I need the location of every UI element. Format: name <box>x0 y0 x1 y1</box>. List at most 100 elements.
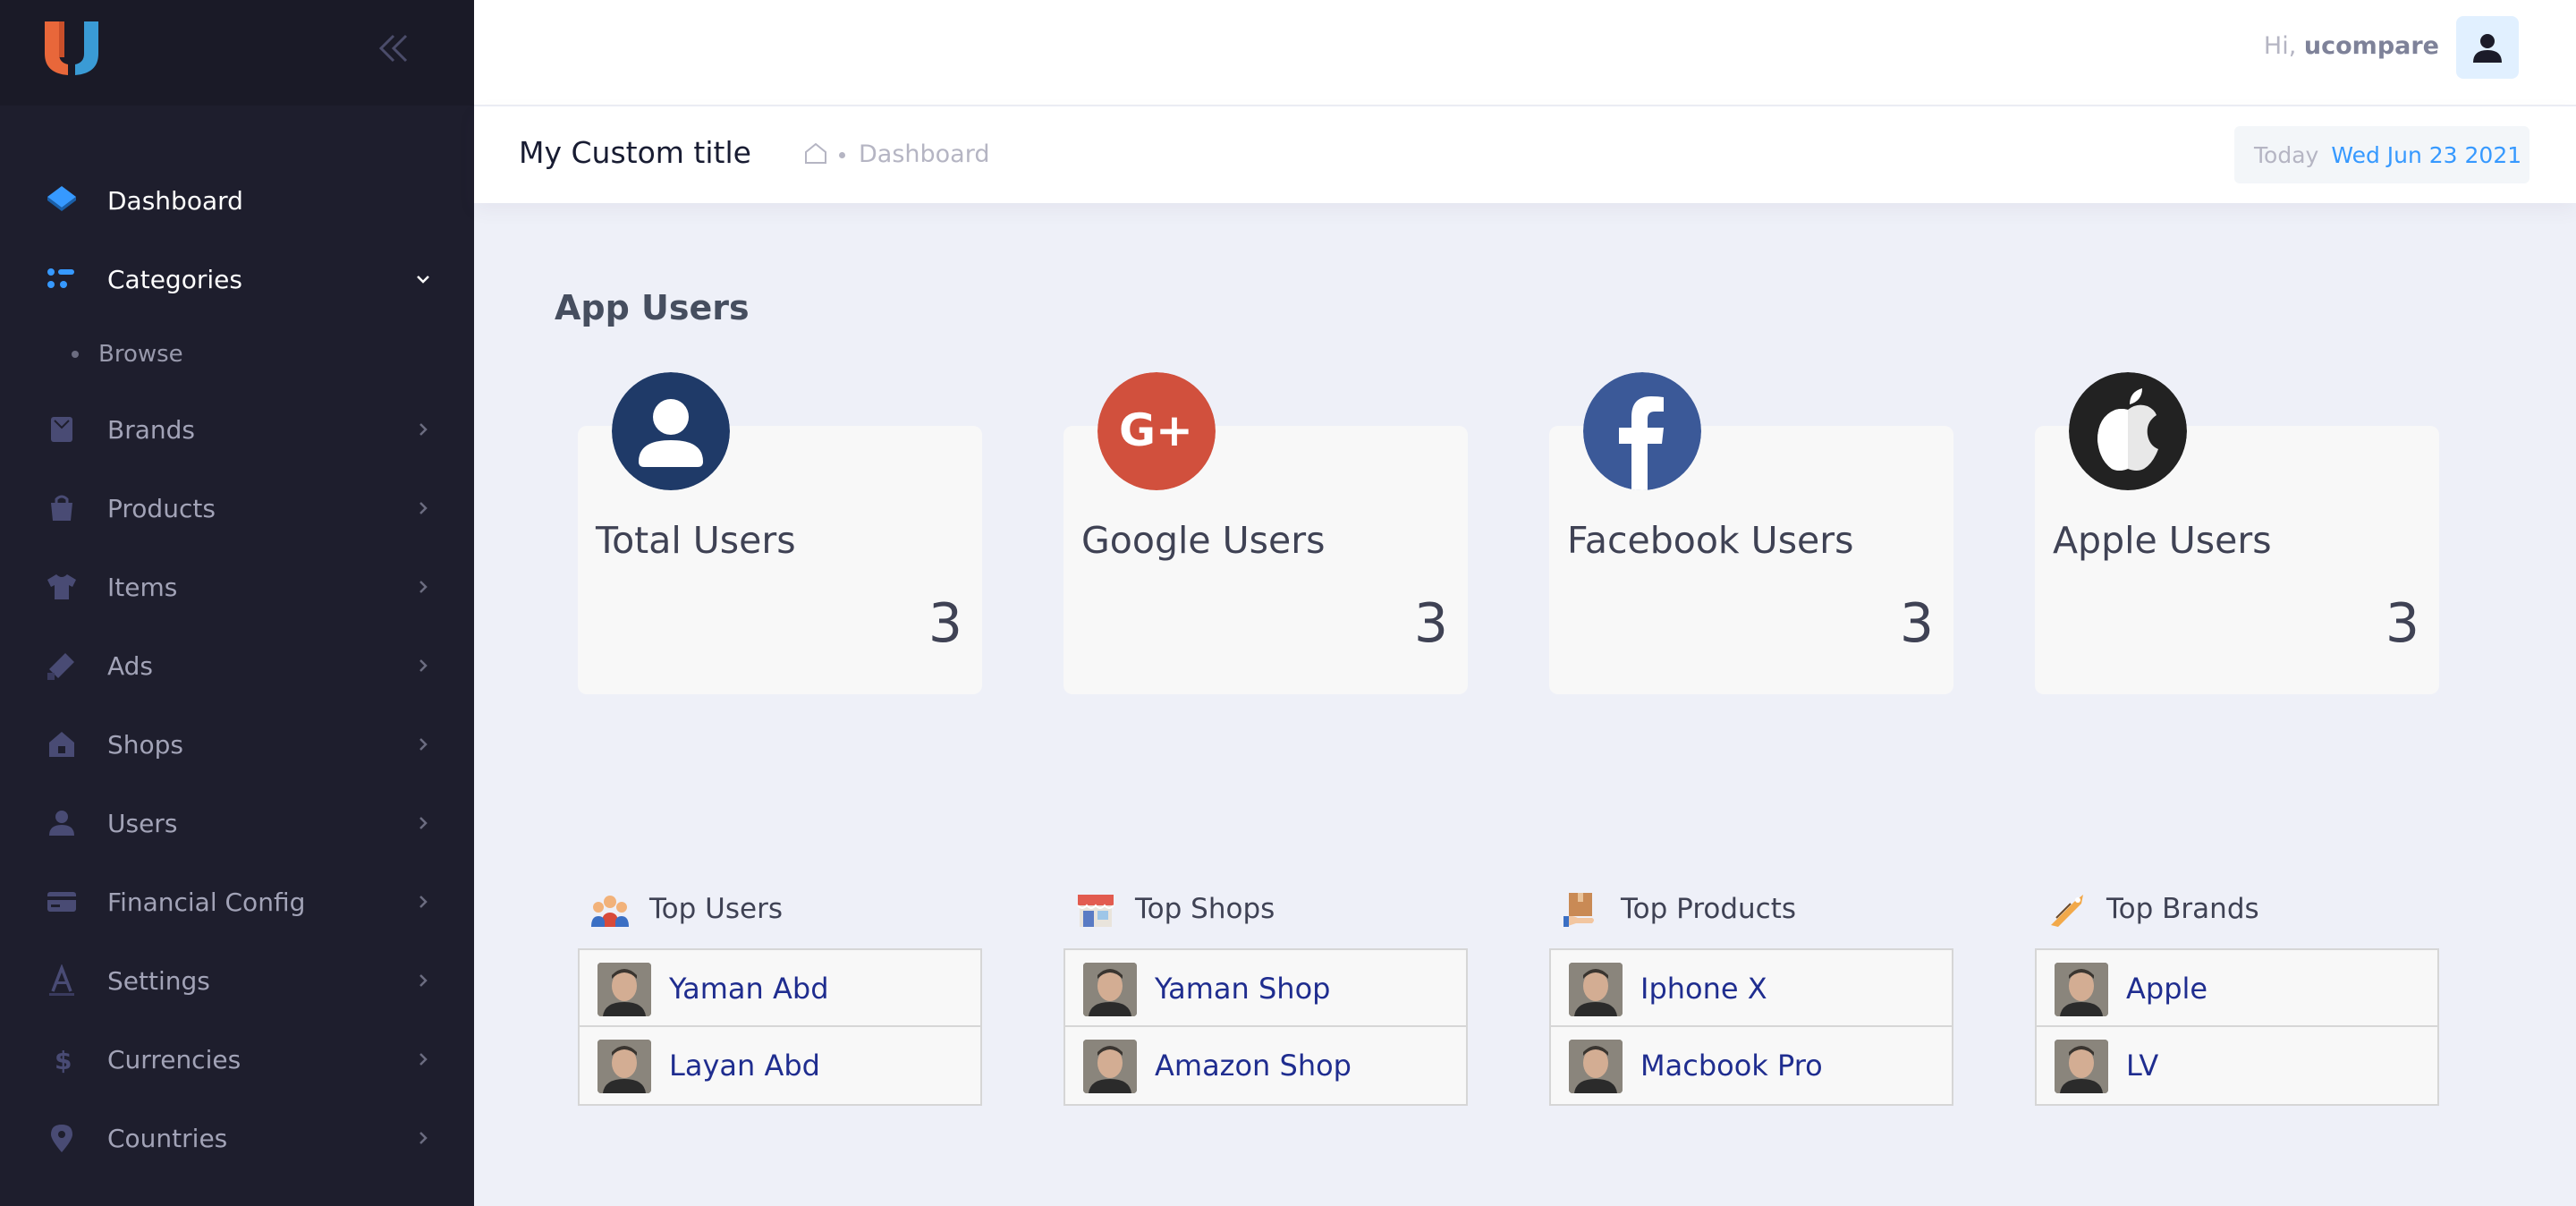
chevron-right-icon <box>419 974 428 987</box>
sidebar-item-products[interactable]: Products <box>0 469 474 548</box>
stat-value: 3 <box>928 592 962 655</box>
sidebar-item-label: Users <box>107 808 178 838</box>
sidebar-item-countries[interactable]: Countries <box>0 1099 474 1177</box>
list-item-link[interactable]: Yaman Abd <box>669 972 829 1006</box>
stat-value: 3 <box>1413 592 1448 655</box>
panel-title: Top Brands <box>2106 893 2259 925</box>
apple-icon <box>2069 372 2187 490</box>
list-item-link[interactable]: Amazon Shop <box>1155 1049 1352 1083</box>
current-date: Wed Jun 23 2021 <box>2331 141 2522 168</box>
sidebar-item-financial-config[interactable]: Financial Config <box>0 862 474 941</box>
stat-card-total-users[interactable]: Total Users 3 <box>578 372 982 694</box>
list-item-link[interactable]: Iphone X <box>1640 972 1767 1006</box>
sidebar-item-label: Dashboard <box>107 185 243 216</box>
user-avatar-button[interactable] <box>2456 16 2519 79</box>
chevron-right-icon <box>419 423 428 436</box>
chevron-right-icon <box>419 817 428 829</box>
sidebar-subitem-browse[interactable]: Browse <box>0 318 474 390</box>
shop-icon <box>1077 895 1114 927</box>
list-item[interactable]: LV <box>2037 1027 2437 1104</box>
chevron-right-icon <box>419 1053 428 1066</box>
megaphone-icon <box>45 649 79 683</box>
dollar-icon: $ <box>45 1042 79 1076</box>
chevron-right-icon <box>419 581 428 593</box>
page-title: My Custom title <box>519 135 751 170</box>
chevron-right-icon <box>419 896 428 908</box>
sidebar-item-brands[interactable]: Brands <box>0 390 474 469</box>
top-products-panel: Top Products Iphone X Macbook Pro <box>1549 886 1953 1106</box>
stat-value: 3 <box>1899 592 1934 655</box>
breadcrumb-dashboard[interactable]: Dashboard <box>859 140 989 168</box>
top-products-list: Iphone X Macbook Pro <box>1549 948 1953 1106</box>
stat-card-facebook-users[interactable]: Facebook Users 3 <box>1549 372 1953 694</box>
top-users-panel: Top Users Yaman Abd Layan Abd <box>578 886 982 1106</box>
stat-card-apple-users[interactable]: Apple Users 3 <box>2035 372 2439 694</box>
app-logo[interactable] <box>43 20 100 77</box>
breadcrumb-separator <box>839 152 845 158</box>
list-item[interactable]: Amazon Shop <box>1065 1027 1466 1104</box>
svg-text:G+: G+ <box>1119 404 1193 456</box>
avatar <box>597 963 651 1016</box>
list-item-link[interactable]: LV <box>2126 1049 2158 1083</box>
font-a-icon <box>45 964 79 998</box>
sidebar-menu: Dashboard Categories Browse Brands Produ… <box>0 161 474 1177</box>
list-item[interactable]: Macbook Pro <box>1551 1027 1952 1104</box>
stat-title: Facebook Users <box>1567 519 1854 562</box>
sidebar-item-shops[interactable]: Shops <box>0 705 474 784</box>
home-icon <box>45 727 79 761</box>
avatar <box>1569 963 1623 1016</box>
date-picker[interactable]: Today Wed Jun 23 2021 <box>2234 126 2529 183</box>
avatar <box>1083 1040 1137 1093</box>
chevron-right-icon <box>419 502 428 514</box>
sidebar-item-label: Shops <box>107 729 184 760</box>
stat-card-google-users[interactable]: G+ Google Users 3 <box>1063 372 1468 694</box>
top-shops-list: Yaman Shop Amazon Shop <box>1063 948 1468 1106</box>
list-item[interactable]: Yaman Abd <box>580 950 980 1027</box>
list-item-link[interactable]: Apple <box>2126 972 2207 1006</box>
list-item[interactable]: Layan Abd <box>580 1027 980 1104</box>
sidebar-item-currencies[interactable]: $ Currencies <box>0 1020 474 1099</box>
today-label: Today <box>2254 141 2319 168</box>
user-icon <box>2473 34 2502 63</box>
chevron-right-icon <box>419 738 428 751</box>
sidebar-item-dashboard[interactable]: Dashboard <box>0 161 474 240</box>
panel-title: Top Products <box>1621 893 1797 925</box>
user-greeting[interactable]: Hi, ucompare <box>2264 32 2439 60</box>
list-item-link[interactable]: Macbook Pro <box>1640 1049 1823 1083</box>
username: ucompare <box>2303 32 2439 60</box>
svg-text:$: $ <box>55 1046 72 1075</box>
top-header: Hi, ucompare <box>474 0 2576 106</box>
top-brands-list: Apple LV <box>2035 948 2439 1106</box>
list-item[interactable]: Yaman Shop <box>1065 950 1466 1027</box>
card-icon <box>45 885 79 919</box>
sidebar-item-label: Financial Config <box>107 887 306 917</box>
sidebar-item-categories[interactable]: Categories <box>0 240 474 318</box>
list-item-link[interactable]: Yaman Shop <box>1155 972 1330 1006</box>
avatar <box>2055 963 2108 1016</box>
sidebar-item-label: Countries <box>107 1123 228 1153</box>
chevron-down-icon <box>417 276 429 284</box>
sidebar-item-users[interactable]: Users <box>0 784 474 862</box>
bookmark-icon <box>45 412 79 446</box>
brand-bar <box>0 0 474 106</box>
sidebar-item-items[interactable]: Items <box>0 548 474 626</box>
user-icon <box>45 806 79 840</box>
top-shops-panel: Top Shops Yaman Shop Amazon Shop <box>1063 886 1468 1106</box>
layers-icon <box>45 183 79 217</box>
tag-icon <box>2051 895 2083 927</box>
sidebar-item-ads[interactable]: Ads <box>0 626 474 705</box>
top-brands-panel: Top Brands Apple LV <box>2035 886 2439 1106</box>
map-marker-icon <box>45 1121 79 1155</box>
bag-icon <box>45 491 79 525</box>
product-box-icon <box>1563 893 1594 927</box>
sidebar-item-label: Products <box>107 493 216 523</box>
panel-title: Top Users <box>649 893 783 925</box>
collapse-sidebar-icon[interactable] <box>376 32 411 64</box>
google-plus-icon: G+ <box>1097 372 1216 490</box>
list-item-link[interactable]: Layan Abd <box>669 1049 820 1083</box>
sidebar: Dashboard Categories Browse Brands Produ… <box>0 0 474 1206</box>
list-item[interactable]: Apple <box>2037 950 2437 1027</box>
list-item[interactable]: Iphone X <box>1551 950 1952 1027</box>
home-breadcrumb-icon[interactable] <box>803 140 828 166</box>
sidebar-item-settings[interactable]: Settings <box>0 941 474 1020</box>
